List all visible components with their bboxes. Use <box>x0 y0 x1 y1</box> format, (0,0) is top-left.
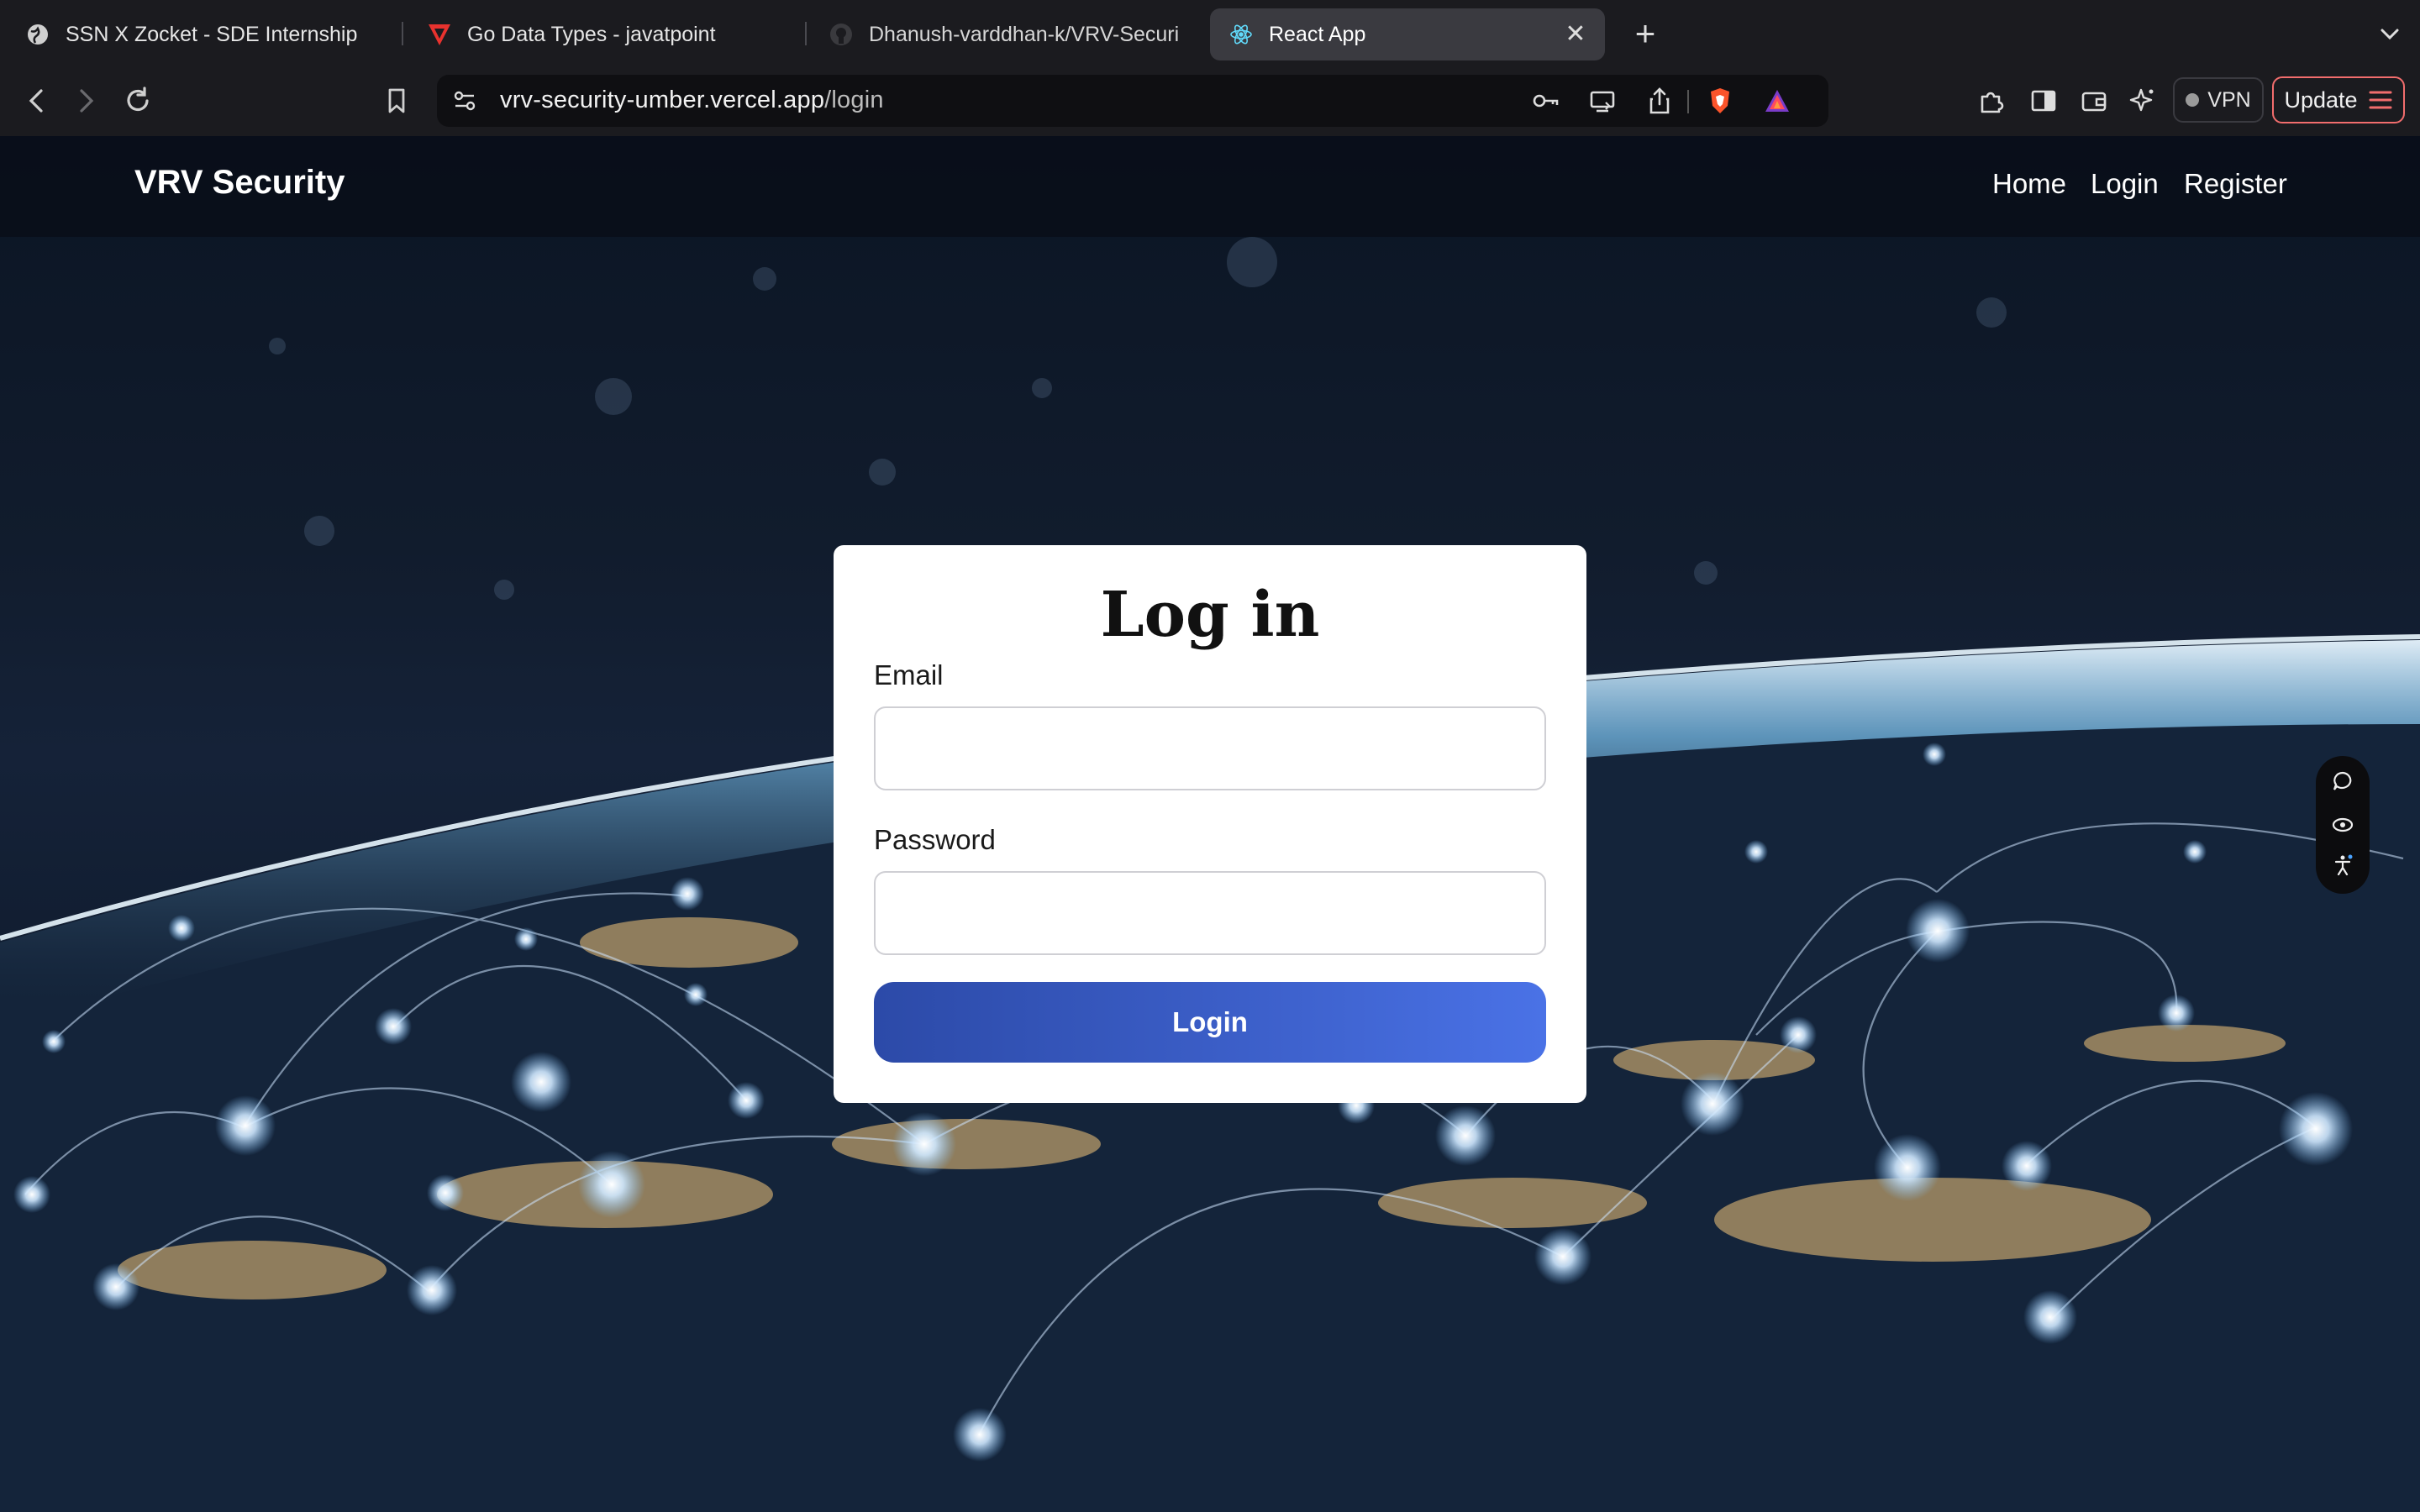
sidebar-icon[interactable] <box>2023 81 2064 121</box>
login-submit-button[interactable]: Login <box>874 982 1546 1063</box>
forward-button[interactable] <box>66 81 106 121</box>
reload-button[interactable] <box>118 81 158 121</box>
extensions-icon[interactable] <box>1971 81 2012 121</box>
javatpoint-icon <box>427 22 452 47</box>
chevron-down-icon[interactable] <box>2375 18 2405 49</box>
back-button[interactable] <box>17 81 57 121</box>
brand-logo[interactable]: VRV Security <box>134 164 345 202</box>
nav-register-link[interactable]: Register <box>2184 168 2287 200</box>
site-navbar: VRV Security Home Login Register <box>0 136 2420 237</box>
login-title: Log in <box>1100 579 1320 651</box>
tab-title: Go Data Types - javatpoint <box>467 22 716 46</box>
tab-title: React App <box>1269 22 1366 46</box>
browser-tab-3[interactable]: Dhanush-varddhan-k/VRV-Securi <box>829 8 1190 60</box>
nav-home-link[interactable]: Home <box>1992 168 2066 200</box>
close-icon[interactable]: ✕ <box>1563 22 1588 47</box>
page-viewport: VRV Security Home Login Register Log in … <box>0 136 2420 1512</box>
chat-bubble-icon[interactable] <box>2329 768 2356 795</box>
update-button[interactable]: Update <box>2272 76 2405 123</box>
share-icon[interactable] <box>1644 85 1676 117</box>
bookmark-icon <box>388 88 405 113</box>
url-divider <box>1687 90 1689 113</box>
browser-tab-2[interactable]: Go Data Types - javatpoint <box>427 8 797 60</box>
password-field[interactable] <box>874 871 1546 955</box>
nav-login-link[interactable]: Login <box>2091 168 2159 200</box>
github-icon <box>829 22 854 47</box>
browser-toolbar: vrv-security-umber.vercel.app/login VPN <box>0 66 2420 136</box>
vpn-label: VPN <box>2207 87 2251 112</box>
email-label: Email <box>874 659 944 690</box>
leo-ai-icon[interactable] <box>2123 81 2163 121</box>
browser-tab-1[interactable]: SSN X Zocket - SDE Internship <box>25 8 387 60</box>
brave-rewards-icon[interactable] <box>1761 85 1793 117</box>
bookmark-button[interactable] <box>376 81 417 121</box>
browser-tab-bar: SSN X Zocket - SDE Internship Go Data Ty… <box>0 0 2420 66</box>
tab-title: Dhanush-varddhan-k/VRV-Securi <box>869 22 1180 46</box>
email-field[interactable] <box>874 706 1546 790</box>
reload-icon <box>127 87 149 112</box>
globe-icon <box>25 22 50 47</box>
wallet-icon[interactable] <box>2074 81 2114 121</box>
tab-title: SSN X Zocket - SDE Internship <box>66 22 358 46</box>
url-text[interactable]: vrv-security-umber.vercel.app/login <box>500 87 884 114</box>
tab-separator <box>402 22 403 45</box>
update-label: Update <box>2284 87 2358 113</box>
vpn-status-icon <box>2186 93 2200 107</box>
menu-icon <box>2369 91 2392 109</box>
url-path: /login <box>824 87 884 113</box>
react-icon <box>1228 22 1254 47</box>
brave-shields-icon[interactable] <box>1704 85 1736 117</box>
password-label: Password <box>874 824 996 855</box>
address-bar[interactable]: vrv-security-umber.vercel.app/login <box>437 75 1828 127</box>
site-settings-icon[interactable] <box>449 85 481 117</box>
floating-tools-widget <box>2316 756 2370 894</box>
login-card: Log in Email Password Login <box>834 545 1586 1103</box>
eye-icon[interactable] <box>2329 811 2356 838</box>
browser-tab-active[interactable]: React App ✕ <box>1210 8 1605 60</box>
tab-separator <box>805 22 807 45</box>
cast-icon[interactable] <box>1586 85 1618 117</box>
key-icon[interactable] <box>1529 85 1561 117</box>
arrow-left-icon <box>29 89 43 113</box>
new-tab-button[interactable]: + <box>1627 15 1664 52</box>
accessibility-icon[interactable] <box>2329 852 2356 879</box>
vpn-button[interactable]: VPN <box>2173 77 2264 123</box>
url-host: vrv-security-umber.vercel.app <box>500 87 825 113</box>
arrow-right-icon <box>80 89 94 113</box>
